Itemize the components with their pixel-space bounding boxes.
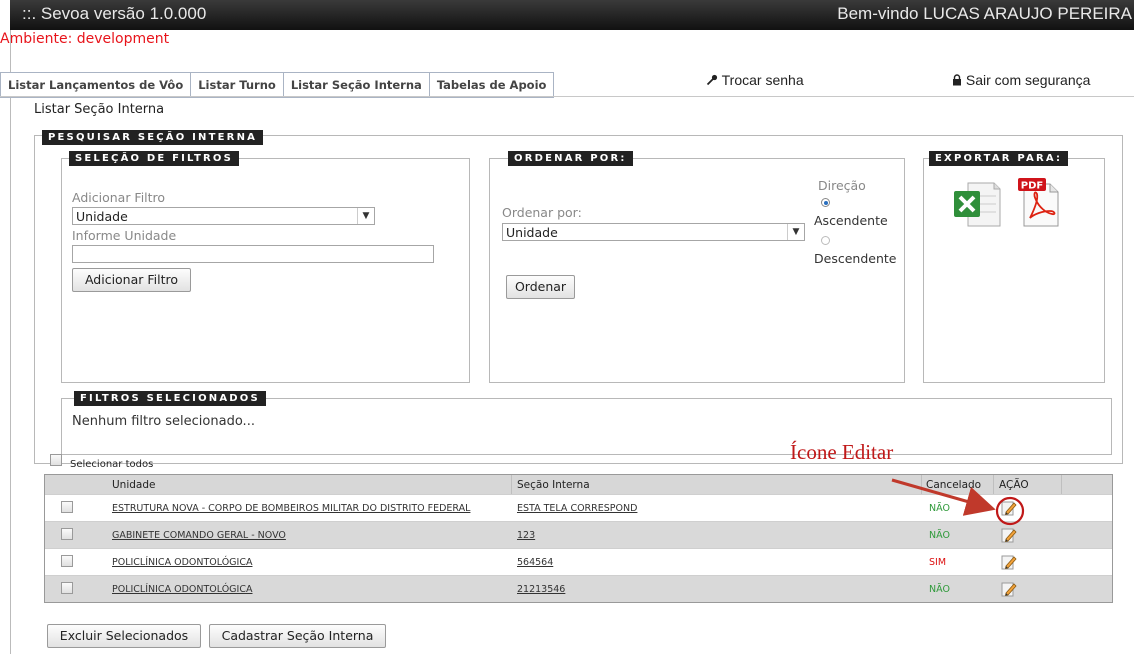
header-unidade: Unidade <box>112 478 156 491</box>
column-divider <box>921 475 922 494</box>
row-unidade-link[interactable]: ESTRUTURA NOVA - CORPO DE BOMBEIROS MILI… <box>112 495 470 521</box>
descending-radio[interactable] <box>821 236 830 245</box>
row-checkbox[interactable] <box>61 555 73 567</box>
descending-label: Descendente <box>814 251 897 266</box>
tab-tabelas-de-apoio[interactable]: Tabelas de Apoio <box>429 72 555 98</box>
tab-listar-secao-interna[interactable]: Listar Seção Interna <box>283 72 430 98</box>
edit-button[interactable] <box>1001 522 1017 548</box>
tab-listar-lancamentos[interactable]: Listar Lançamentos de Vôo <box>0 72 192 98</box>
order-select[interactable]: Unidade ▼ <box>502 223 805 241</box>
row-checkbox[interactable] <box>61 582 73 594</box>
row-secao-link[interactable]: ESTA TELA CORRESPOND <box>517 495 637 521</box>
selected-filters-text: Nenhum filtro selecionado... <box>72 414 255 429</box>
row-unidade-link[interactable]: GABINETE COMANDO GERAL - NOVO <box>112 522 286 548</box>
delete-selected-button[interactable]: Excluir Selecionados <box>47 624 201 648</box>
tab-divider <box>0 96 1134 97</box>
table-row: POLICLÍNICA ODONTOLÓGICA 564564 SIM <box>45 548 1112 575</box>
breadcrumb: Listar Seção Interna <box>34 102 165 117</box>
column-divider <box>1061 475 1062 494</box>
order-legend: ORDENAR POR: <box>508 151 633 166</box>
app-title: ::. Sevoa versão 1.0.000 <box>22 4 207 23</box>
table-row: ESTRUTURA NOVA - CORPO DE BOMBEIROS MILI… <box>45 494 1112 521</box>
ascending-label: Ascendente <box>814 213 888 228</box>
direction-label: Direção <box>818 178 866 193</box>
filter-select-value: Unidade <box>76 209 128 224</box>
logout-link[interactable]: Sair com segurança <box>952 72 1090 88</box>
row-cancelado: NÃO <box>929 583 950 595</box>
inform-unidade-input[interactable] <box>72 245 434 263</box>
tab-bar: Listar Lançamentos de Vôo Listar Turno L… <box>0 72 555 98</box>
row-unidade-link[interactable]: POLICLÍNICA ODONTOLÓGICA <box>112 576 252 602</box>
edit-button[interactable] <box>1001 576 1017 602</box>
key-icon <box>706 74 718 86</box>
edit-button[interactable] <box>1001 549 1017 575</box>
select-all-label: Selecionar todos <box>70 459 154 470</box>
row-checkbox[interactable] <box>61 528 73 540</box>
filters-legend: SELEÇÃO DE FILTROS <box>69 151 240 166</box>
logout-label: Sair com segurança <box>965 72 1091 88</box>
table-row: POLICLÍNICA ODONTOLÓGICA 21213546 NÃO <box>45 575 1112 602</box>
edit-icon-annotation: Ícone Editar <box>790 440 894 464</box>
order-select-value: Unidade <box>506 225 558 240</box>
selected-filters-legend: FILTROS SELECIONADOS <box>74 391 266 406</box>
edit-pencil-icon <box>1001 582 1017 597</box>
top-bar: ::. Sevoa versão 1.0.000 Bem-vindo LUCAS… <box>10 0 1134 30</box>
header-secao-interna: Seção Interna <box>517 478 590 491</box>
row-secao-link[interactable]: 123 <box>517 522 535 548</box>
row-secao-link[interactable]: 21213546 <box>517 576 565 602</box>
chevron-down-icon: ▼ <box>357 208 374 224</box>
inform-unidade-label: Informe Unidade <box>72 228 177 243</box>
edit-pencil-icon <box>1001 501 1017 516</box>
order-button[interactable]: Ordenar <box>506 275 575 299</box>
lock-icon <box>953 74 961 86</box>
table-row: GABINETE COMANDO GERAL - NOVO 123 NÃO <box>45 521 1112 548</box>
left-border <box>10 30 11 654</box>
export-legend: EXPORTAR PARA: <box>929 151 1069 166</box>
column-divider <box>511 475 512 494</box>
search-legend: PESQUISAR SEÇÃO INTERNA <box>42 130 264 145</box>
add-filter-label: Adicionar Filtro <box>72 190 166 205</box>
environment-label: Ambiente: development <box>0 31 170 47</box>
row-cancelado: NÃO <box>929 529 950 541</box>
pdf-icon[interactable]: PDF <box>1016 176 1062 230</box>
excel-icon[interactable] <box>950 178 1004 232</box>
order-by-label: Ordenar por: <box>502 205 582 220</box>
row-unidade-link[interactable]: POLICLÍNICA ODONTOLÓGICA <box>112 549 252 575</box>
filter-select[interactable]: Unidade ▼ <box>72 207 375 225</box>
pdf-badge-text: PDF <box>1021 181 1043 192</box>
welcome-text: Bem-vindo LUCAS ARAUJO PEREIRA <box>837 4 1132 23</box>
ascending-radio[interactable] <box>821 198 830 207</box>
change-password-label: Trocar senha <box>721 72 804 88</box>
register-section-button[interactable]: Cadastrar Seção Interna <box>209 624 386 648</box>
tab-listar-turno[interactable]: Listar Turno <box>191 72 284 98</box>
add-filter-button[interactable]: Adicionar Filtro <box>72 268 191 292</box>
select-all-checkbox[interactable] <box>50 454 62 466</box>
results-table: Unidade Seção Interna Cancelado AÇÃO EST… <box>44 474 1113 603</box>
column-divider <box>993 475 994 494</box>
edit-pencil-icon <box>1001 528 1017 543</box>
row-cancelado: NÃO <box>929 502 950 514</box>
chevron-down-icon: ▼ <box>787 224 804 240</box>
row-secao-link[interactable]: 564564 <box>517 549 553 575</box>
table-header: Unidade Seção Interna Cancelado AÇÃO <box>45 475 1112 494</box>
change-password-link[interactable]: Trocar senha <box>706 72 804 88</box>
header-cancelado: Cancelado <box>926 478 982 491</box>
header-acao: AÇÃO <box>999 478 1029 491</box>
edit-button[interactable] <box>1001 495 1017 521</box>
row-checkbox[interactable] <box>61 501 73 513</box>
row-cancelado: SIM <box>929 556 947 568</box>
edit-pencil-icon <box>1001 555 1017 570</box>
